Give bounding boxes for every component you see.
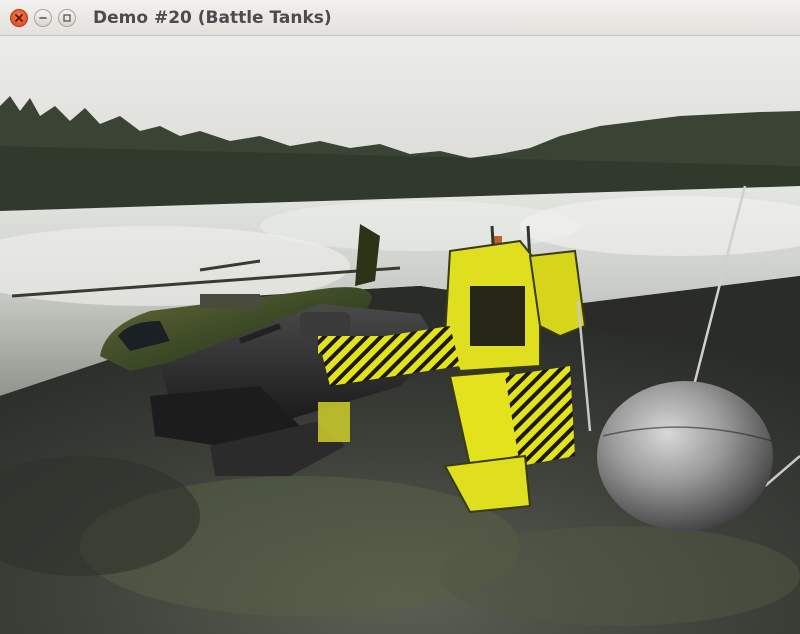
minimize-button[interactable] <box>34 9 52 27</box>
rock <box>580 298 700 334</box>
minimize-icon <box>39 17 47 19</box>
scene-render <box>0 36 800 634</box>
close-icon <box>15 14 23 22</box>
window-title: Demo #20 (Battle Tanks) <box>93 8 332 28</box>
tank-turret <box>300 312 350 338</box>
tank-thruster <box>318 402 350 442</box>
maximize-icon <box>63 14 71 22</box>
close-button[interactable] <box>10 9 28 27</box>
3d-viewport[interactable] <box>0 36 800 634</box>
foam <box>260 201 580 251</box>
drone-sphere <box>597 381 773 531</box>
title-bar[interactable]: Demo #20 (Battle Tanks) <box>0 0 800 36</box>
moss-patch <box>440 526 800 626</box>
mech-cab <box>470 286 525 346</box>
maximize-button[interactable] <box>58 9 76 27</box>
helicopter-engine <box>200 294 260 308</box>
app-window: Demo #20 (Battle Tanks) <box>0 0 800 634</box>
